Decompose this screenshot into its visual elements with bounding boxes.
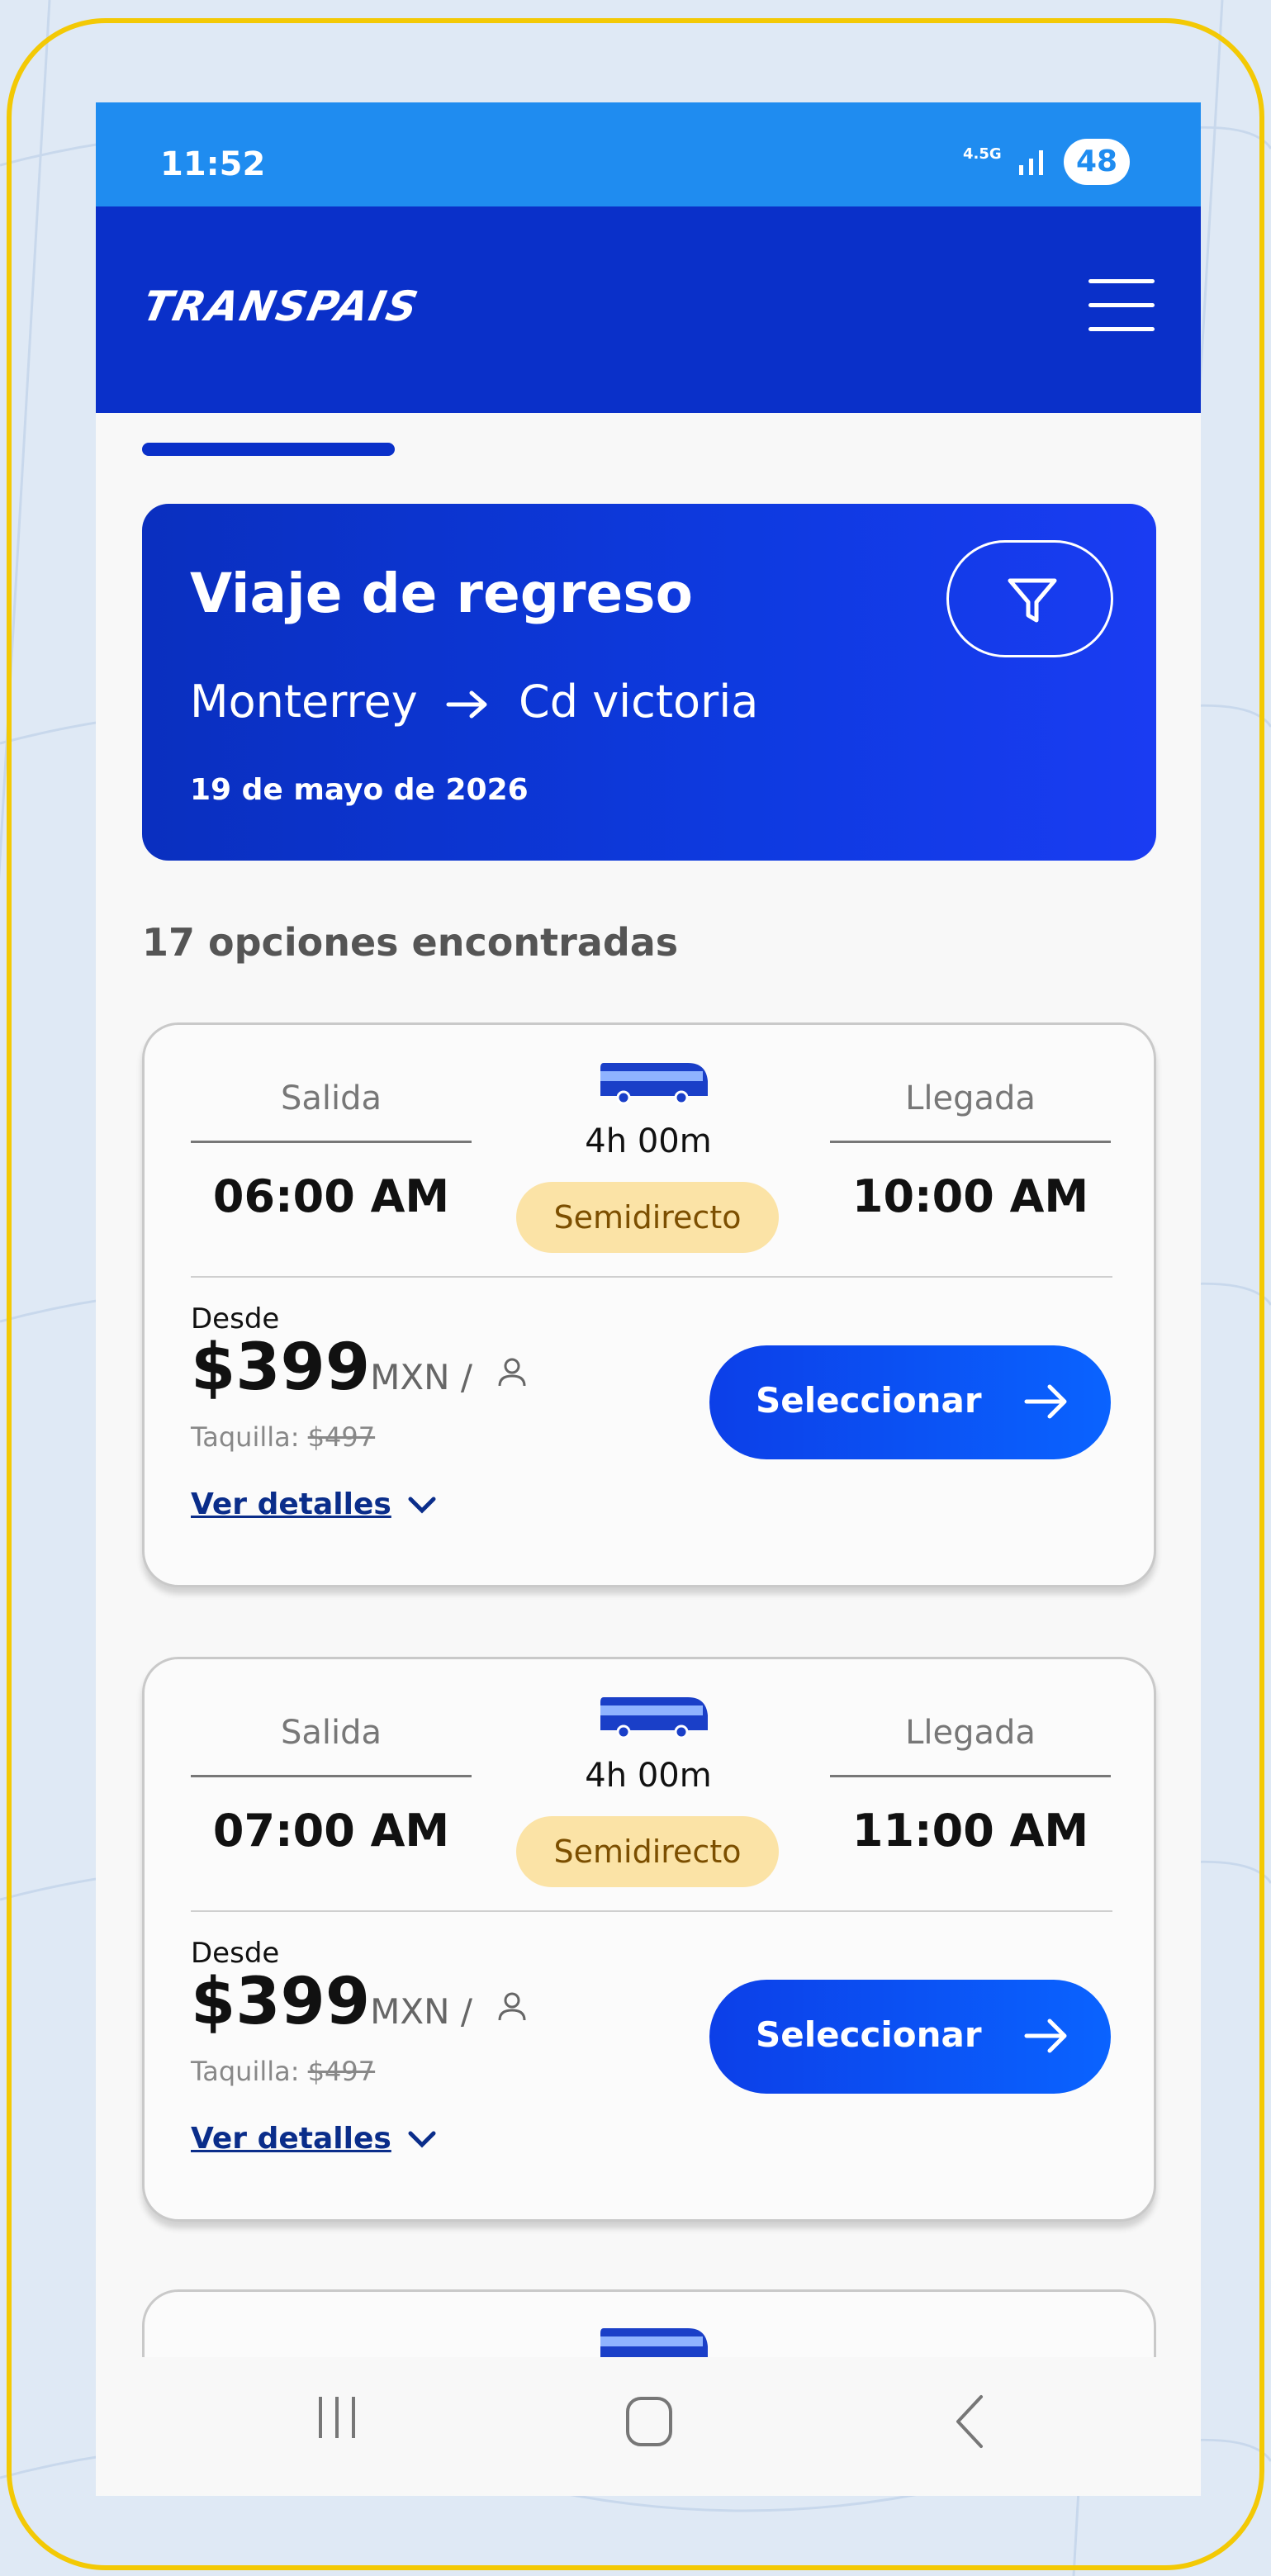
recents-button[interactable] (319, 2397, 368, 2446)
chevron-down-icon[interactable] (405, 1494, 439, 1517)
price-currency: MXN / (370, 1991, 473, 2032)
results-count: 17 opciones encontradas (142, 920, 679, 965)
arrival-time: 10:00 AM (851, 1170, 1089, 1222)
departure-time: 07:00 AM (212, 1805, 450, 1857)
arrow-right-icon (1024, 1384, 1067, 1419)
departure-label: Salida (280, 1079, 382, 1117)
trip-option-card: Salida 06:00 AM 4h 00m Semidirecto Llega… (142, 1022, 1156, 1587)
trip-date: 19 de mayo de 2026 (190, 773, 529, 807)
trip-price: $399MXN / (191, 1965, 529, 2039)
signal-icon (1019, 150, 1043, 175)
trip-summary-card: Viaje de regreso Monterrey Cd victoria 1… (142, 504, 1156, 861)
bus-icon (600, 1697, 708, 1739)
phone-screen: 11:52 4.5G 48 TRANSPAIS Viaje de regreso… (96, 102, 1201, 2496)
filter-icon (1008, 578, 1057, 623)
person-icon (498, 1358, 526, 1386)
bus-icon (600, 1063, 708, 1105)
select-button-label: Seleccionar (756, 1380, 982, 1421)
departure-rule (191, 1775, 472, 1777)
departure-time: 06:00 AM (212, 1170, 450, 1222)
price-currency: MXN / (370, 1357, 473, 1397)
arrival-time: 11:00 AM (851, 1805, 1089, 1857)
trip-price: $399MXN / (191, 1331, 529, 1405)
brand-logo[interactable]: TRANSPAIS (139, 282, 424, 330)
arrival-rule (830, 1141, 1111, 1143)
card-divider (191, 1276, 1112, 1278)
price-amount: $399 (191, 1331, 371, 1405)
card-divider (191, 1910, 1112, 1912)
system-navigation-bar (96, 2357, 1201, 2496)
home-button[interactable] (626, 2397, 672, 2446)
view-details-link[interactable]: Ver detalles (191, 2122, 391, 2156)
app-header: TRANSPAIS (96, 206, 1201, 413)
arrow-right-icon (446, 690, 487, 719)
departure-rule (191, 1141, 472, 1143)
arrival-label: Llegada (905, 1714, 1036, 1752)
filter-button[interactable] (946, 540, 1113, 657)
status-time: 11:52 (160, 145, 266, 183)
trip-destination: Cd victoria (519, 676, 759, 728)
person-icon (498, 1992, 526, 2020)
arrival-rule (830, 1775, 1111, 1777)
network-type: 4.5G (963, 145, 1002, 163)
trip-title: Viaje de regreso (190, 562, 693, 625)
service-type-badge: Semidirecto (516, 1182, 779, 1253)
box-office-price: Taquilla: $497 (191, 2056, 375, 2087)
select-button[interactable]: Seleccionar (709, 1345, 1111, 1459)
trip-origin: Monterrey (190, 676, 418, 728)
view-details-link[interactable]: Ver detalles (191, 1487, 391, 1521)
back-icon[interactable] (951, 2390, 988, 2453)
arrival-label: Llegada (905, 1079, 1036, 1117)
chevron-down-icon[interactable] (405, 2128, 439, 2151)
battery-icon: 48 (1064, 139, 1130, 185)
select-button-label: Seleccionar (756, 2014, 982, 2055)
box-office-amount: $497 (307, 2056, 376, 2087)
trip-duration: 4h 00m (585, 1757, 712, 1795)
departure-label: Salida (280, 1714, 382, 1752)
hamburger-menu-icon[interactable] (1088, 279, 1155, 337)
trip-route: Monterrey Cd victoria (190, 676, 758, 728)
trip-option-card: Salida 07:00 AM 4h 00m Semidirecto Llega… (142, 1657, 1156, 2222)
select-button[interactable]: Seleccionar (709, 1980, 1111, 2094)
box-office-price: Taquilla: $497 (191, 1421, 375, 1453)
box-office-amount: $497 (307, 1421, 376, 1453)
trip-duration: 4h 00m (585, 1122, 712, 1160)
tab-indicator (142, 443, 395, 456)
price-amount: $399 (191, 1965, 371, 2039)
status-bar: 11:52 4.5G 48 (96, 102, 1201, 206)
service-type-badge: Semidirecto (516, 1816, 779, 1887)
arrow-right-icon (1024, 2019, 1067, 2053)
box-office-label: Taquilla: (191, 2056, 300, 2087)
box-office-label: Taquilla: (191, 1421, 300, 1453)
